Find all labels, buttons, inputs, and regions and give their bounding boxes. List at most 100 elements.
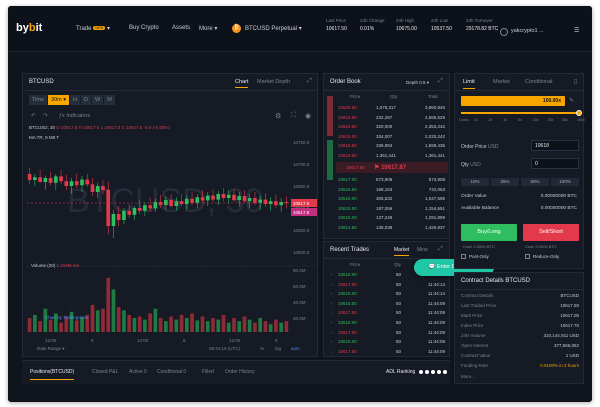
leverage-slider-handle[interactable] bbox=[576, 110, 582, 116]
contract-label: Funding Rate bbox=[461, 363, 489, 368]
pct-10-button[interactable]: 10% bbox=[461, 178, 489, 186]
timeframe-w[interactable]: W bbox=[92, 95, 104, 105]
bid-row[interactable]: 10615.00 137,248 1,291,899 bbox=[324, 213, 449, 223]
bid-total: 742,063 bbox=[428, 186, 445, 192]
bybit-logo[interactable]: bybit bbox=[16, 22, 42, 34]
log-toggle[interactable]: log bbox=[275, 346, 281, 351]
sell-short-button[interactable]: Sell/Short bbox=[523, 224, 579, 241]
ask-row[interactable]: 10619.00 334,007 2,033,242 bbox=[324, 132, 449, 142]
bid-row[interactable]: 10615.50 187,056 1,154,651 bbox=[324, 204, 449, 214]
symbol-selector[interactable]: BTCUSD Perpetual ▾ bbox=[245, 25, 302, 32]
stat-label: Last Price bbox=[326, 18, 347, 23]
tab-conditional-orders[interactable]: Conditional 0 bbox=[157, 369, 186, 375]
tab-market-trades[interactable]: Market bbox=[394, 247, 410, 256]
undo-icon[interactable]: ↶ bbox=[31, 113, 36, 119]
divider bbox=[324, 90, 449, 91]
nav-trade[interactable]: Trade NEW ▾ bbox=[76, 25, 110, 32]
ask-row[interactable]: 10618.50 336,994 1,699,435 bbox=[324, 141, 449, 151]
arrow-up-icon: ↑ bbox=[330, 300, 333, 306]
candle bbox=[101, 186, 105, 190]
bid-qty: 137,248 bbox=[376, 215, 393, 221]
order-price-input[interactable]: 10618 bbox=[531, 140, 579, 151]
volume-bar bbox=[179, 314, 184, 332]
bid-row[interactable]: 10616.00 305,532 1,047,595 bbox=[324, 194, 449, 204]
stat-label: 24h Low bbox=[431, 18, 449, 23]
trade-price: 10617.50 bbox=[338, 329, 357, 335]
username[interactable]: yakcrypto1 ... bbox=[511, 28, 544, 34]
tradingview-credit[interactable]: Chart by TradingView bbox=[45, 315, 88, 320]
timeframe-m[interactable]: M bbox=[104, 95, 115, 105]
rt-header-qty: Qty bbox=[394, 262, 402, 267]
user-icon[interactable] bbox=[500, 28, 508, 36]
bid-row[interactable]: 10617.00 573,908 573,908 bbox=[324, 175, 449, 185]
qty-input[interactable]: 0 bbox=[531, 158, 579, 169]
indicators-button[interactable]: ƒx Indicators bbox=[59, 113, 90, 119]
contract-row: Contract Details BTCUSD bbox=[461, 293, 579, 298]
timeframe-time[interactable]: Time bbox=[29, 95, 48, 105]
ask-row[interactable]: 10618.00 1,361,441 1,361,441 bbox=[324, 151, 449, 161]
candle bbox=[253, 198, 257, 203]
ask-price: 10619.00 bbox=[338, 114, 357, 120]
tab-chart[interactable]: Chart bbox=[235, 79, 249, 88]
expand-icon[interactable]: ⤢ bbox=[307, 78, 312, 85]
tab-mine-trades[interactable]: Mine bbox=[417, 247, 428, 253]
tab-filled[interactable]: Filled bbox=[202, 369, 214, 375]
bid-row[interactable]: 10614.50 138,038 1,429,937 bbox=[324, 223, 449, 233]
available-balance-label: Available Balance bbox=[461, 206, 500, 211]
candle bbox=[106, 190, 111, 226]
pct-50-button[interactable]: 50% bbox=[521, 178, 549, 186]
trade-price: 10617.50 bbox=[338, 348, 357, 354]
tab-closed-pnl[interactable]: Closed P&L bbox=[92, 369, 118, 375]
timeframe-h[interactable]: H bbox=[70, 95, 81, 105]
tab-active[interactable]: Active 0 bbox=[129, 369, 147, 375]
camera-icon[interactable]: ◉ bbox=[305, 112, 311, 120]
ask-row[interactable]: 10620.50 1,075,317 3,860,946 bbox=[324, 103, 449, 113]
leverage-bar[interactable]: 100.00x bbox=[461, 96, 565, 106]
volume-bar bbox=[48, 319, 53, 332]
pct-100-button[interactable]: 100% bbox=[551, 178, 579, 186]
edit-leverage-icon[interactable]: ✎ bbox=[569, 97, 574, 104]
timeframe-d[interactable]: D bbox=[81, 95, 91, 105]
tab-order-history[interactable]: Order History bbox=[225, 369, 255, 375]
calculator-icon[interactable]: ▯ bbox=[574, 78, 577, 85]
tab-market[interactable]: Market bbox=[493, 79, 510, 85]
redo-icon[interactable]: ↷ bbox=[43, 113, 48, 119]
candle bbox=[48, 178, 53, 183]
volume-bar bbox=[106, 277, 111, 332]
nav-more[interactable]: More ▾ bbox=[199, 25, 217, 32]
arrow-up-icon: ↑ bbox=[330, 320, 333, 325]
bid-row[interactable]: 10616.50 168,163 742,063 bbox=[324, 185, 449, 195]
tab-market-depth[interactable]: Market Depth bbox=[257, 79, 290, 85]
order-value-label: Order Value bbox=[461, 194, 487, 199]
settings-icon[interactable]: ⚙ bbox=[275, 112, 281, 120]
menu-icon[interactable]: ☰ bbox=[574, 27, 579, 34]
tab-positions[interactable]: Positions(BTCUSD) bbox=[30, 369, 75, 380]
nav-buy-crypto[interactable]: Buy Crypto bbox=[129, 25, 159, 31]
volume-bar bbox=[158, 318, 163, 332]
more-link[interactable]: More... bbox=[461, 374, 475, 379]
volume-bar bbox=[111, 289, 116, 332]
ask-row[interactable]: 10619.00 232,287 2,585,529 bbox=[324, 113, 449, 123]
depth-selector[interactable]: Depth 0.5 ▾ bbox=[406, 80, 429, 86]
timeframe-30m[interactable]: 30m ▾ bbox=[48, 95, 70, 105]
tab-conditional[interactable]: Conditional bbox=[525, 79, 553, 85]
ask-qty: 232,287 bbox=[376, 114, 393, 120]
ask-total: 2,585,529 bbox=[424, 114, 445, 120]
reduce-only-checkbox[interactable] bbox=[525, 254, 530, 259]
ask-row[interactable]: 10619.50 320,000 2,353,242 bbox=[324, 122, 449, 132]
date-range-selector[interactable]: Date Range ▾ bbox=[37, 346, 65, 352]
ask-total: 3,860,946 bbox=[424, 105, 445, 110]
leverage-slider[interactable] bbox=[461, 112, 579, 114]
volume-bar bbox=[190, 313, 194, 332]
nav-assets[interactable]: Assets bbox=[172, 25, 190, 31]
adl-dot bbox=[425, 370, 429, 374]
post-only-checkbox[interactable] bbox=[461, 254, 466, 259]
fullscreen-icon[interactable]: ⛶ bbox=[291, 112, 296, 120]
buy-long-button[interactable]: Buy/Long bbox=[461, 224, 517, 241]
percent-toggle[interactable]: % bbox=[260, 346, 264, 351]
expand-icon[interactable]: ⤢ bbox=[438, 78, 443, 85]
auto-toggle[interactable]: auto bbox=[291, 346, 300, 351]
expand-icon[interactable]: ⤢ bbox=[438, 246, 443, 253]
pct-25-button[interactable]: 25% bbox=[491, 178, 519, 186]
tab-limit[interactable]: Limit bbox=[463, 79, 475, 89]
